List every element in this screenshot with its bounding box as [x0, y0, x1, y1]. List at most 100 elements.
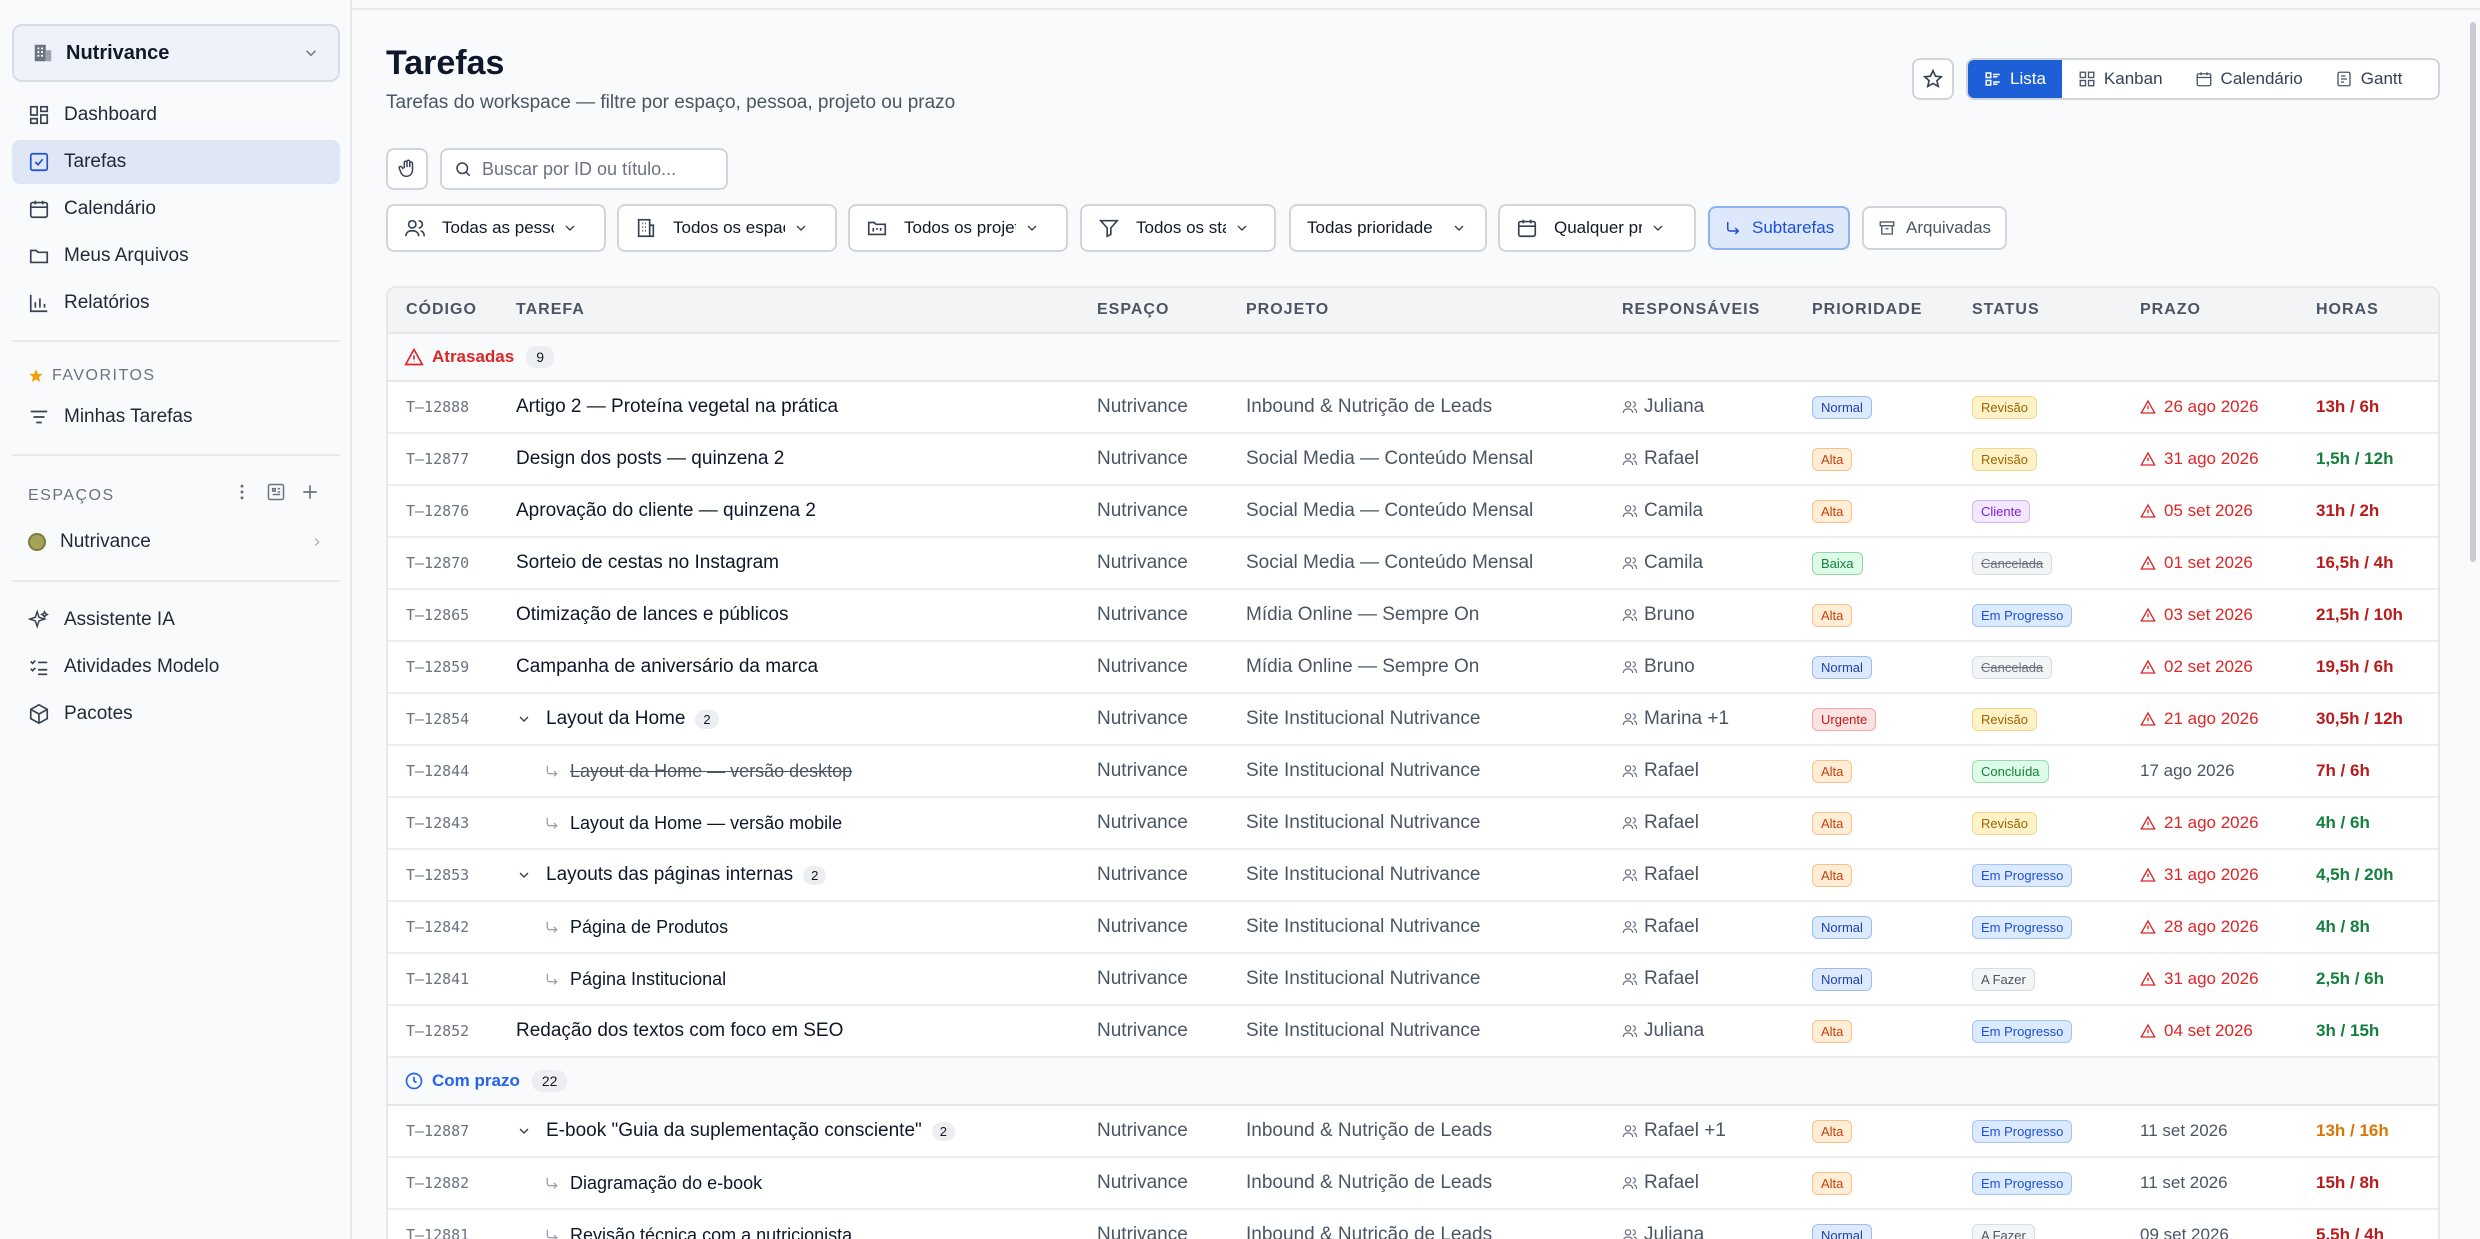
page-scrollbar[interactable] — [2470, 22, 2476, 562]
task-title[interactable]: Revisão técnica com a nutricionista — [544, 1210, 852, 1239]
chevron-down-icon[interactable] — [516, 867, 532, 883]
package-icon — [29, 703, 49, 725]
filter-status[interactable]: Todos os status — [1080, 204, 1276, 252]
task-title[interactable]: Design dos posts — quinzena 2 — [516, 434, 784, 484]
filter-spaces[interactable]: Todos os espaços — [617, 204, 837, 252]
users-icon — [1622, 401, 1638, 414]
users-icon — [1622, 453, 1638, 466]
task-title[interactable]: Layout da Home 2 — [516, 694, 719, 744]
task-title[interactable]: Artigo 2 — Proteína vegetal na prática — [516, 382, 838, 432]
nav-dashboard[interactable]: Dashboard — [12, 93, 340, 137]
task-title[interactable]: Layout da Home — versão desktop — [544, 746, 852, 796]
group-atrasadas[interactable]: Atrasadas 9 — [388, 334, 2438, 382]
chevron-right-icon — [314, 538, 320, 546]
group-com-prazo[interactable]: Com prazo 22 — [388, 1058, 2438, 1106]
task-space: Nutrivance — [1097, 500, 1188, 521]
nav-label: Meus Arquivos — [64, 245, 189, 266]
nav-assistente-ia[interactable]: Assistente IA — [12, 598, 340, 642]
more-vertical-icon[interactable] — [232, 482, 252, 502]
table-row[interactable]: T–12865 Otimização de lances e públicos … — [388, 590, 2438, 642]
task-code: T–12859 — [406, 658, 470, 676]
task-title[interactable]: Layouts das páginas internas 2 — [516, 850, 827, 900]
task-code: T–12842 — [406, 918, 470, 936]
col-codigo[interactable]: CÓDIGO — [406, 301, 477, 319]
priority-badge: Alta — [1812, 499, 1853, 523]
nav-minhas-tarefas[interactable]: Minhas Tarefas — [12, 395, 340, 439]
nav-pacotes[interactable]: Pacotes — [12, 692, 340, 736]
task-title[interactable]: Campanha de aniversário da marca — [516, 642, 818, 692]
users-icon — [1622, 765, 1638, 778]
table-row[interactable]: T–12870 Sorteio de cestas no Instagram N… — [388, 538, 2438, 590]
status-badge: Revisão — [1972, 447, 2037, 471]
col-status[interactable]: STATUS — [1972, 301, 2040, 319]
col-tarefa[interactable]: TAREFA — [516, 301, 585, 319]
table-row[interactable]: T–12877 Design dos posts — quinzena 2 Nu… — [388, 434, 2438, 486]
filter-people[interactable]: Todas as pessoas — [386, 204, 606, 252]
table-row[interactable]: T–12842 Página de Produtos Nutrivance Si… — [388, 902, 2438, 954]
col-horas[interactable]: HORAS — [2316, 301, 2379, 319]
chevron-down-icon[interactable] — [516, 711, 532, 727]
table-row[interactable]: T–12888 Artigo 2 — Proteína vegetal na p… — [388, 382, 2438, 434]
favorite-button[interactable] — [1912, 58, 1954, 100]
quick-filter-button[interactable] — [386, 148, 428, 190]
table-row[interactable]: T–12876 Aprovação do cliente — quinzena … — [388, 486, 2438, 538]
task-title[interactable]: Página de Produtos — [544, 902, 728, 952]
task-title[interactable]: Otimização de lances e públicos — [516, 590, 788, 640]
page-subtitle: Tarefas do workspace — filtre por espaço… — [386, 92, 956, 113]
nav-calendario[interactable]: Calendário — [12, 187, 340, 231]
list-icon — [1985, 72, 2000, 86]
tab-gantt[interactable]: Gantt — [2319, 60, 2419, 98]
filter-projects[interactable]: Todos os projetos — [848, 204, 1068, 252]
subtasks-toggle[interactable]: Subtarefas — [1708, 206, 1851, 250]
task-title[interactable]: Redação dos textos com foco em SEO — [516, 1006, 843, 1056]
workspace-switcher[interactable]: Nutrivance — [12, 24, 340, 82]
corner-down-right-icon — [546, 765, 558, 777]
nav-meus-arquivos[interactable]: Meus Arquivos — [12, 234, 340, 278]
table-row[interactable]: T–12853 Layouts das páginas internas 2 N… — [388, 850, 2438, 902]
table-row[interactable]: T–12841 Página Institucional Nutrivance … — [388, 954, 2438, 1006]
nav-relatorios[interactable]: Relatórios — [12, 281, 340, 325]
table-row[interactable]: T–12844 Layout da Home — versão desktop … — [388, 746, 2438, 798]
table-row[interactable]: T–12882 Diagramação do e-book Nutrivance… — [388, 1158, 2438, 1210]
col-prazo[interactable]: PRAZO — [2140, 301, 2201, 319]
table-row[interactable]: T–12881 Revisão técnica com a nutricioni… — [388, 1210, 2438, 1239]
status-badge: Cancelada — [1972, 655, 2053, 679]
search-input[interactable] — [482, 158, 712, 180]
task-project: Site Institucional Nutrivance — [1246, 760, 1481, 781]
col-espaco[interactable]: ESPAÇO — [1097, 301, 1169, 319]
task-title[interactable]: Diagramação do e-book — [544, 1158, 762, 1208]
task-title[interactable]: Sorteio de cestas no Instagram — [516, 538, 779, 588]
col-projeto[interactable]: PROJETO — [1246, 301, 1329, 319]
chevron-down-icon[interactable] — [516, 1123, 532, 1139]
filter-priority[interactable]: Todas prioridade — [1289, 204, 1487, 252]
template-icon[interactable] — [266, 482, 286, 502]
funnel-icon — [1098, 219, 1120, 238]
task-code: T–12882 — [406, 1174, 470, 1192]
task-title[interactable]: Página Institucional — [544, 954, 726, 1004]
col-responsaveis[interactable]: RESPONSÁVEIS — [1622, 301, 1760, 319]
nav-label: Minhas Tarefas — [64, 406, 193, 427]
filter-due[interactable]: Qualquer prazo — [1498, 204, 1696, 252]
list-check-icon — [30, 659, 48, 676]
alert-triangle-icon — [2140, 555, 2156, 570]
table-row[interactable]: T–12854 Layout da Home 2 Nutrivance Site… — [388, 694, 2438, 746]
nav-atividades-modelo[interactable]: Atividades Modelo — [12, 645, 340, 689]
plus-icon[interactable] — [300, 482, 320, 502]
table-row[interactable]: T–12887 E-book "Guia da suplementação co… — [388, 1106, 2438, 1158]
archive-icon — [1879, 221, 1895, 235]
tab-kanban[interactable]: Kanban — [2062, 60, 2179, 98]
space-item-nutrivance[interactable]: Nutrivance — [12, 520, 340, 564]
table-row[interactable]: T–12843 Layout da Home — versão mobile N… — [388, 798, 2438, 850]
tab-lista[interactable]: Lista — [1968, 60, 2062, 98]
table-row[interactable]: T–12852 Redação dos textos com foco em S… — [388, 1006, 2438, 1058]
nav-tarefas[interactable]: Tarefas — [12, 140, 340, 184]
task-title[interactable]: Layout da Home — versão mobile — [544, 798, 842, 848]
col-prioridade[interactable]: PRIORIDADE — [1812, 301, 1922, 319]
archived-toggle[interactable]: Arquivadas — [1862, 206, 2008, 250]
task-status: Cliente — [1972, 486, 2031, 536]
task-title[interactable]: E-book "Guia da suplementação consciente… — [516, 1106, 956, 1156]
space-avatar — [28, 533, 46, 551]
tab-calendario[interactable]: Calendário — [2179, 60, 2319, 98]
table-row[interactable]: T–12859 Campanha de aniversário da marca… — [388, 642, 2438, 694]
task-title[interactable]: Aprovação do cliente — quinzena 2 — [516, 486, 816, 536]
